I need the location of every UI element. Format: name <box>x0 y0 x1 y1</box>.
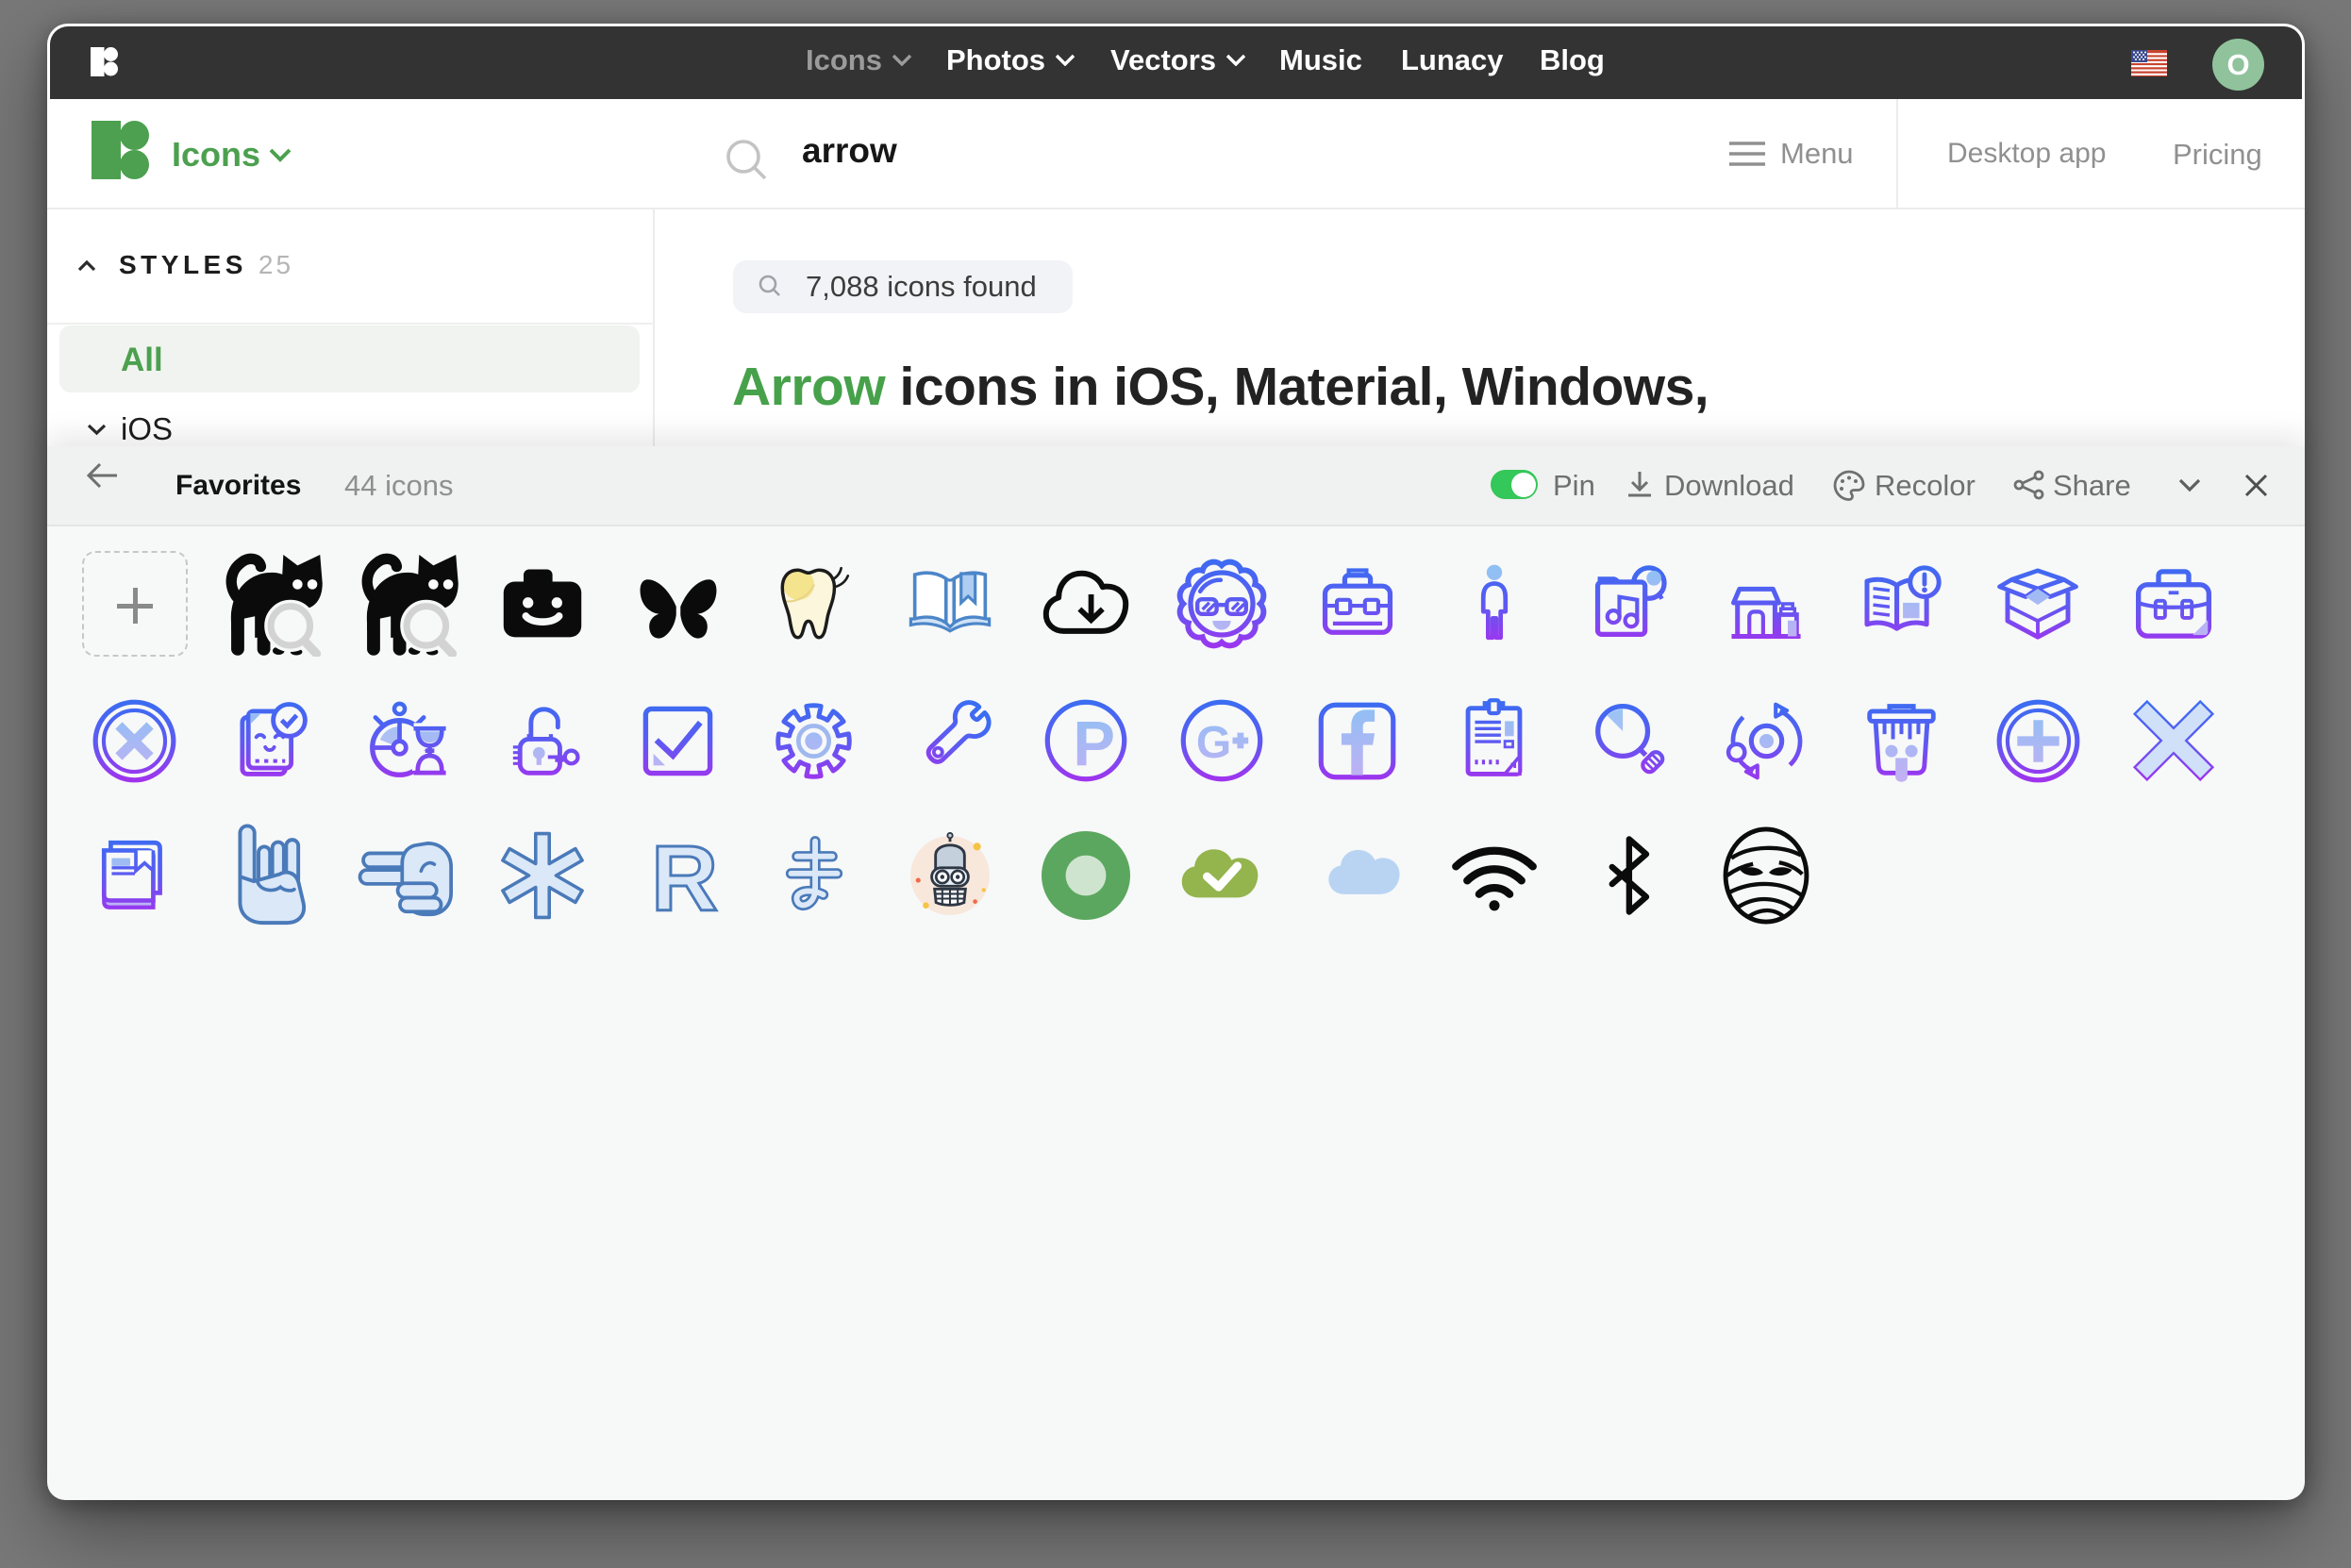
svg-text:G: G <box>1196 718 1231 768</box>
svg-text:P: P <box>1073 709 1115 779</box>
svg-text:R: R <box>651 830 718 921</box>
